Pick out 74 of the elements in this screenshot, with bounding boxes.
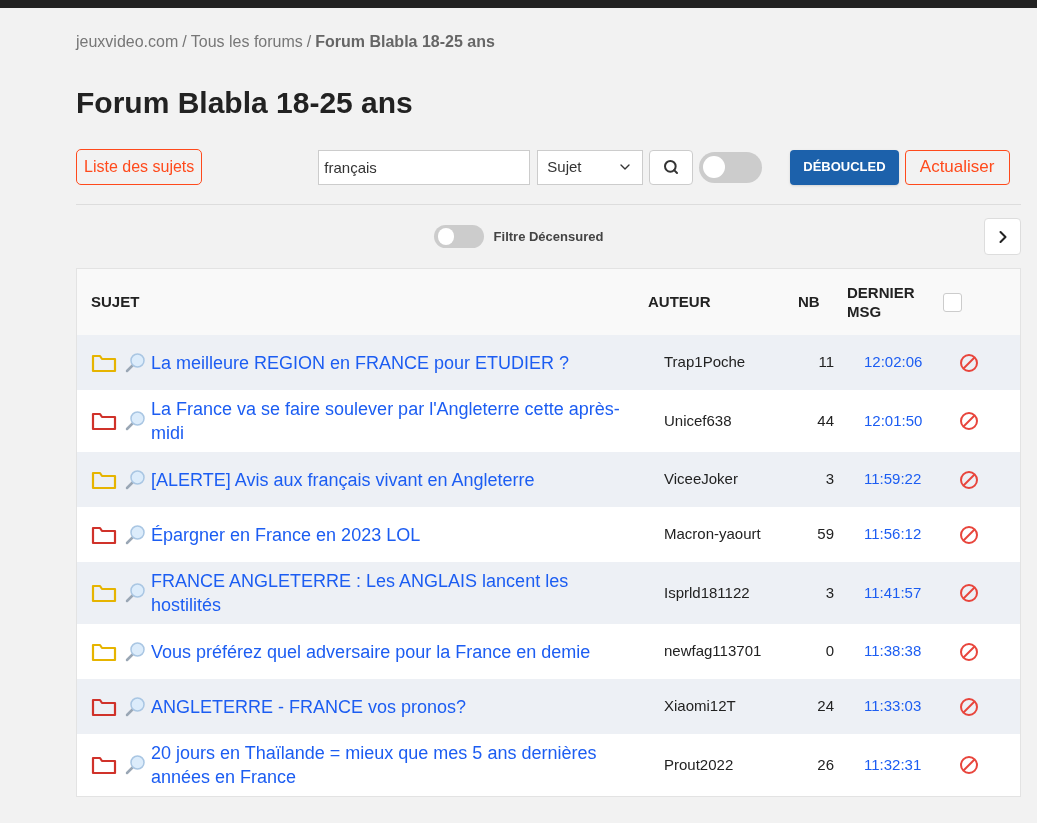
topic-link[interactable]: 20 jours en Thaïlande = mieux que mes 5 ans dernières années en France — [151, 741, 648, 789]
page-title: Forum Blabla 18-25 ans — [76, 85, 414, 121]
toggle-switch[interactable] — [433, 225, 484, 248]
author-name[interactable]: Prout2022 — [664, 753, 798, 777]
search-type-dropdown[interactable]: Sujet — [537, 149, 644, 185]
block-icon[interactable] — [959, 411, 979, 431]
magnifier-icon[interactable] — [124, 754, 146, 776]
topic-row[interactable]: FRANCE ANGLETERRE : Les ANGLAIS lancent les hostilités Isprld181122 3 11:41:57 — [77, 562, 1020, 624]
select-all-checkbox[interactable] — [943, 292, 962, 312]
breadcrumb-separator: / — [182, 32, 187, 52]
topic-link[interactable]: Vous préférez quel adversaire pour la France en demie — [151, 639, 648, 664]
block-icon[interactable] — [959, 469, 979, 490]
topic-row[interactable]: La meilleure REGION en FRANCE pour ETUDIER ? Trap1Poche 11 12:02:06 — [77, 335, 1020, 390]
toggle-switch[interactable] — [699, 151, 763, 183]
next-button[interactable] — [984, 218, 1021, 255]
search-field[interactable]: français — [318, 149, 531, 185]
column-header: NB — [798, 291, 821, 312]
topic-link[interactable]: Épargner en France en 2023 LOL — [151, 522, 648, 547]
last-message-time[interactable]: 12:01:50 — [864, 409, 959, 433]
magnifier-icon[interactable] — [124, 695, 146, 718]
search-button[interactable] — [649, 149, 694, 185]
author-name[interactable]: Xiaomi12T — [664, 695, 798, 718]
block-icon[interactable] — [959, 755, 979, 775]
reply-count: 0 — [824, 641, 834, 662]
block-icon[interactable] — [959, 524, 979, 545]
topic-row[interactable]: [ALERTE] Avis aux français vivant en Angleterre ViceeJoker 3 11:59:22 — [77, 452, 1020, 507]
block-icon[interactable] — [959, 696, 979, 717]
reply-count: 59 — [816, 524, 834, 545]
column-header: DERNIER MSG — [847, 283, 916, 321]
author-name[interactable]: Isprld181122 — [664, 581, 798, 605]
last-message-time[interactable]: 11:59:22 — [864, 468, 959, 491]
reply-count: 26 — [816, 754, 834, 775]
last-message-time[interactable]: 11:38:38 — [864, 640, 959, 663]
author-name[interactable]: Macron-yaourt — [664, 523, 798, 546]
topic-link[interactable]: [ALERTE] Avis aux français vivant en Angleterre — [151, 467, 648, 492]
breadcrumb-link[interactable]: jeuxvideo.com — [76, 30, 179, 54]
author-name[interactable]: Unicef638 — [664, 409, 798, 433]
last-message-time[interactable]: 11:32:31 — [864, 753, 959, 777]
reply-count: 11 — [817, 352, 834, 373]
magnifier-icon[interactable] — [124, 468, 146, 491]
magnifier-icon[interactable] — [124, 410, 146, 432]
reply-count: 24 — [816, 696, 834, 717]
deboucled-button[interactable]: DÉBOUCLED — [790, 149, 899, 185]
author-name[interactable]: newfag113701 — [664, 640, 798, 663]
search-icon — [663, 159, 680, 175]
breadcrumb-link[interactable]: Tous les forums — [190, 30, 303, 54]
magnifier-icon[interactable] — [124, 582, 146, 604]
topic-link[interactable]: ANGLETERRE - FRANCE vos pronos? — [151, 694, 648, 719]
last-message-time[interactable]: 11:33:03 — [864, 695, 959, 718]
reply-count: 3 — [824, 469, 834, 490]
reply-count: 3 — [824, 582, 834, 603]
last-message-time[interactable]: 12:02:06 — [864, 351, 959, 374]
topic-link[interactable]: La France va se faire soulever par l'Angleterre cette après-midi — [151, 397, 648, 445]
column-header: SUJET — [91, 291, 141, 312]
magnifier-icon[interactable] — [124, 523, 146, 546]
last-message-time[interactable]: 11:56:12 — [864, 523, 959, 546]
block-icon[interactable] — [959, 641, 979, 662]
topic-row[interactable]: ANGLETERRE - FRANCE vos pronos? Xiaomi12T 24 11:33:03 — [77, 679, 1020, 734]
last-message-time[interactable]: 11:41:57 — [864, 581, 959, 605]
block-icon[interactable] — [959, 352, 979, 373]
breadcrumb-link[interactable]: Forum Blabla 18-25 ans — [315, 30, 495, 54]
author-name[interactable]: Trap1Poche — [664, 351, 798, 374]
reply-count: 44 — [816, 410, 834, 431]
magnifier-icon[interactable] — [124, 640, 146, 663]
topic-link[interactable]: FRANCE ANGLETERRE : Les ANGLAIS lancent les hostilités — [151, 569, 648, 617]
topic-link[interactable]: La meilleure REGION en FRANCE pour ETUDIER ? — [151, 350, 648, 375]
topic-list-button[interactable]: Liste des sujets — [76, 149, 203, 185]
column-header: AUTEUR — [648, 291, 712, 312]
magnifier-icon[interactable] — [124, 351, 146, 374]
refresh-button[interactable]: Actualiser — [904, 149, 1010, 185]
author-name[interactable]: ViceeJoker — [664, 468, 798, 491]
block-icon[interactable] — [959, 583, 979, 603]
filter-label: Filtre Décensured — [493, 227, 604, 246]
breadcrumb-separator: / — [306, 32, 312, 52]
